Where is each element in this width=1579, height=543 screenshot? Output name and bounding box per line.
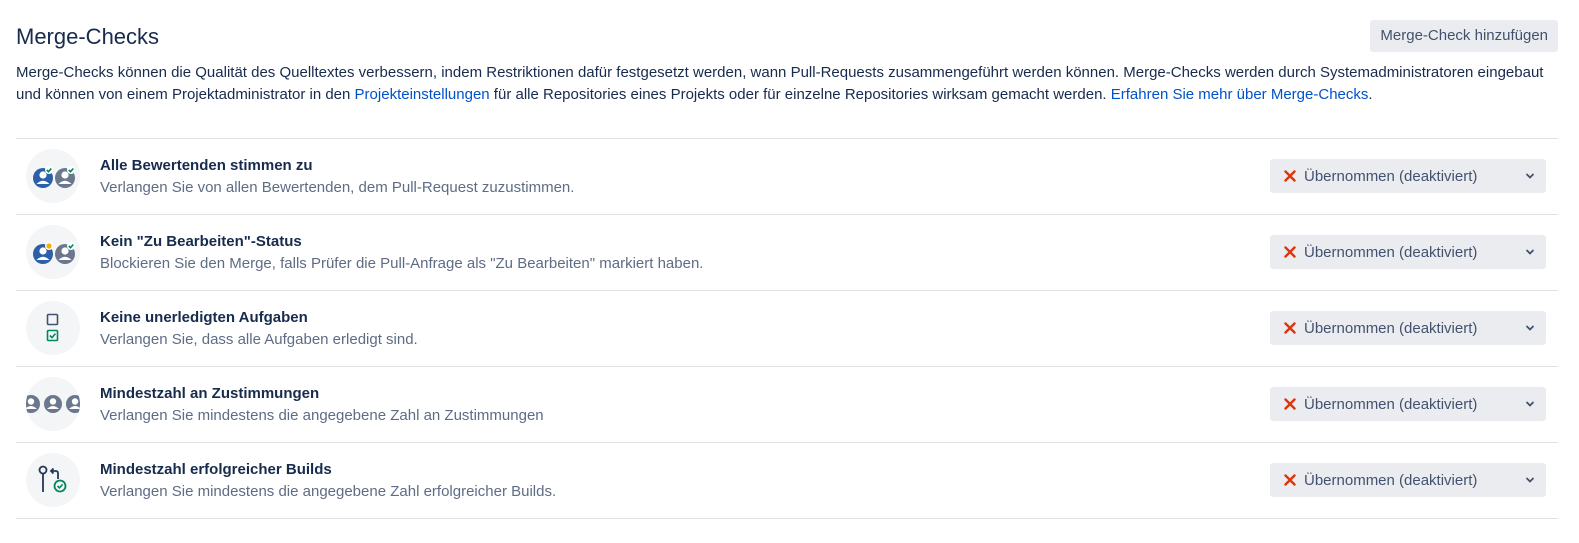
page-header: Merge-Checks Merge-Check hinzufügen <box>16 0 1558 62</box>
disabled-x-icon <box>1283 245 1297 259</box>
page-title: Merge-Checks <box>16 24 160 49</box>
check-status-dropdown[interactable]: Übernommen (deaktiviert) <box>1270 159 1546 193</box>
status-label: Übernommen (deaktiviert) <box>1304 471 1478 489</box>
add-merge-check-button[interactable]: Merge-Check hinzufügen <box>1370 20 1558 52</box>
all-reviewers-approve-icon <box>26 149 80 203</box>
check-title: Alle Bewertenden stimmen zu <box>100 157 313 174</box>
successful-builds-icon <box>26 453 80 507</box>
status-label: Übernommen (deaktiviert) <box>1304 243 1478 261</box>
check-status-dropdown[interactable]: Übernommen (deaktiviert) <box>1270 463 1546 497</box>
merge-check-list: Alle Bewertenden stimmen zu Verlangen Si… <box>16 138 1558 519</box>
status-label: Übernommen (deaktiviert) <box>1304 395 1478 413</box>
merge-check-row: Kein "Zu Bearbeiten"-Status Blockieren S… <box>16 215 1558 291</box>
chevron-down-icon <box>1526 173 1534 179</box>
project-settings-link[interactable]: Projekteinstellungen <box>355 86 490 103</box>
tasks-checklist-icon <box>26 301 80 355</box>
check-title: Kein "Zu Bearbeiten"-Status <box>100 233 302 250</box>
status-label: Übernommen (deaktiviert) <box>1304 319 1478 337</box>
page-description: Merge-Checks können die Qualität des Que… <box>16 62 1558 106</box>
disabled-x-icon <box>1283 169 1297 183</box>
check-description: Verlangen Sie von allen Bewertenden, dem… <box>100 179 575 196</box>
check-status-dropdown[interactable]: Übernommen (deaktiviert) <box>1270 235 1546 269</box>
check-description: Verlangen Sie, dass alle Aufgaben erledi… <box>100 331 418 348</box>
status-label: Übernommen (deaktiviert) <box>1304 167 1478 185</box>
minimum-approvals-icon <box>26 377 80 431</box>
disabled-x-icon <box>1283 321 1297 335</box>
chevron-down-icon <box>1526 249 1534 255</box>
check-title: Mindestzahl erfolgreicher Builds <box>100 461 332 478</box>
check-description: Verlangen Sie mindestens die angegebene … <box>100 407 544 424</box>
chevron-down-icon <box>1526 401 1534 407</box>
check-description: Verlangen Sie mindestens die angegebene … <box>100 483 557 500</box>
merge-check-row: Mindestzahl an Zustimmungen Verlangen Si… <box>16 367 1558 443</box>
check-title: Keine unerledigten Aufgaben <box>100 309 308 326</box>
description-text-3: . <box>1368 86 1373 103</box>
merge-check-row: Mindestzahl erfolgreicher Builds Verlang… <box>16 443 1558 519</box>
check-title: Mindestzahl an Zustimmungen <box>100 385 320 402</box>
merge-check-row: Alle Bewertenden stimmen zu Verlangen Si… <box>16 139 1558 215</box>
check-description: Blockieren Sie den Merge, falls Prüfer d… <box>100 255 704 272</box>
disabled-x-icon <box>1283 473 1297 487</box>
check-status-dropdown[interactable]: Übernommen (deaktiviert) <box>1270 311 1546 345</box>
merge-checks-page: Merge-Checks Merge-Check hinzufügen Merg… <box>16 0 1558 519</box>
chevron-down-icon <box>1526 477 1534 483</box>
needs-work-status-icon <box>26 225 80 279</box>
check-status-dropdown[interactable]: Übernommen (deaktiviert) <box>1270 387 1546 421</box>
learn-more-link[interactable]: Erfahren Sie mehr über Merge-Checks <box>1111 86 1369 103</box>
chevron-down-icon <box>1526 325 1534 331</box>
disabled-x-icon <box>1283 397 1297 411</box>
description-text-2: für alle Repositories eines Projekts ode… <box>489 86 1111 103</box>
merge-check-row: Keine unerledigten Aufgaben Verlangen Si… <box>16 291 1558 367</box>
